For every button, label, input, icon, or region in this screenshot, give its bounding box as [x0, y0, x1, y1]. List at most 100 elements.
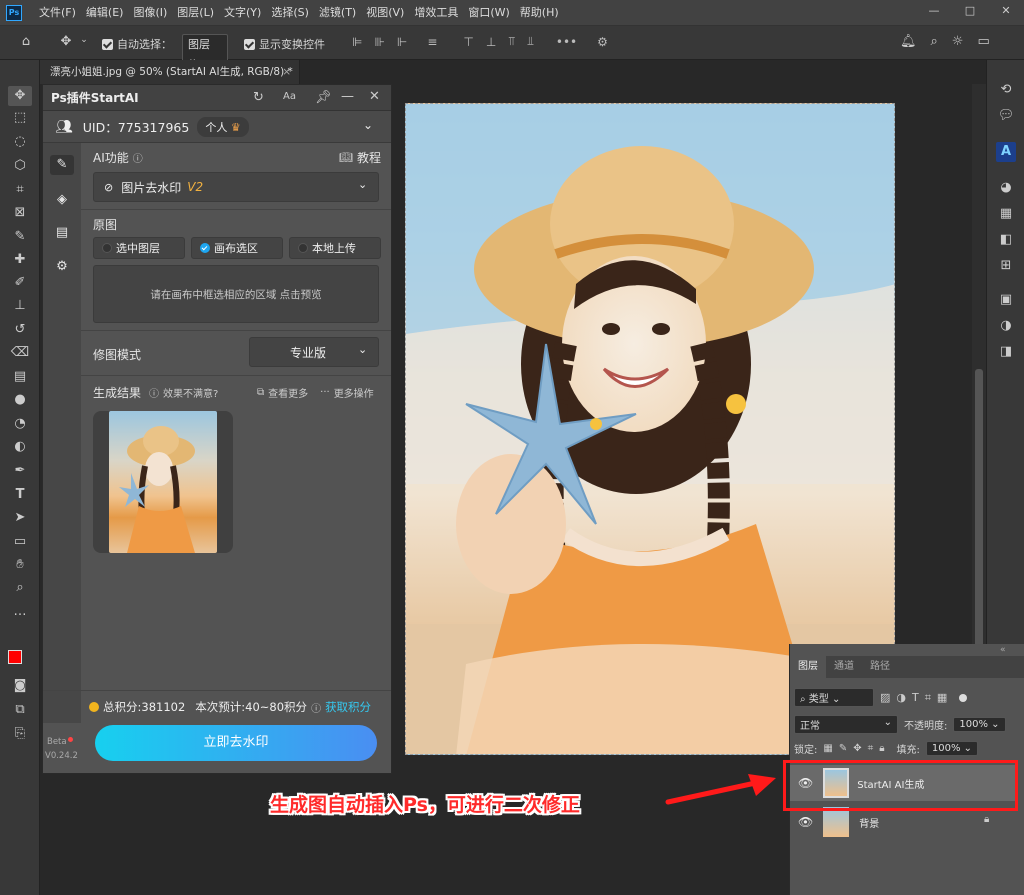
- hand-tool-icon[interactable]: ✋︎: [8, 555, 32, 575]
- view-more-link[interactable]: 查看更多: [268, 385, 308, 400]
- filter-toggle-icon[interactable]: [959, 693, 968, 702]
- healing-brush-icon[interactable]: ✚: [8, 250, 32, 270]
- layers-tab[interactable]: 图层: [790, 656, 826, 678]
- burn-tool-icon[interactable]: ◐: [8, 437, 32, 457]
- lightbulb-icon[interactable]: ☼: [952, 34, 964, 49]
- libraries-icon[interactable]: ▣: [996, 290, 1016, 310]
- get-points-link[interactable]: 获取积分: [325, 699, 371, 715]
- stamp-tool-icon[interactable]: ⊥: [8, 296, 32, 316]
- gear-icon[interactable]: ⚙: [597, 35, 608, 49]
- tutorial-link[interactable]: 📖︎ 教程: [339, 149, 381, 166]
- home-icon[interactable]: ⌂: [16, 34, 36, 49]
- fill-input[interactable]: 100% ⌄: [925, 741, 979, 756]
- menu-item[interactable]: 文件(F): [34, 0, 81, 26]
- auto-select-checkbox[interactable]: [102, 38, 113, 50]
- blur-tool-icon[interactable]: ●: [8, 390, 32, 410]
- more-actions-link[interactable]: 更多操作: [334, 385, 374, 400]
- mode-dropdown[interactable]: 专业版 ⌄: [249, 337, 379, 367]
- share-icon[interactable]: ⎘: [8, 724, 32, 744]
- history-icon[interactable]: ⟲: [996, 80, 1016, 100]
- align-center-icon[interactable]: ⊪: [374, 35, 384, 49]
- remove-watermark-button[interactable]: 立即去水印: [95, 725, 377, 761]
- color-palette-icon[interactable]: ◕: [996, 178, 1016, 198]
- move-tool-icon[interactable]: ✥: [8, 86, 32, 106]
- eyedropper-icon[interactable]: ✎: [8, 227, 32, 247]
- document-tab[interactable]: 漂亮小姐姐.jpg @ 50% (StartAI AI生成, RGB/8) * …: [40, 60, 300, 84]
- swatches-icon[interactable]: ▦: [996, 204, 1016, 224]
- gradients-icon[interactable]: ◧: [996, 230, 1016, 250]
- info-icon[interactable]: ⓘ: [311, 700, 321, 715]
- layers-tab[interactable]: 通道: [826, 656, 862, 678]
- path-select-icon[interactable]: ➤: [8, 508, 32, 528]
- chevron-down-icon[interactable]: ⌄: [363, 118, 373, 132]
- comments-icon[interactable]: 💬︎: [996, 106, 1016, 126]
- refresh-icon[interactable]: ↻: [253, 90, 264, 105]
- history-brush-icon[interactable]: ↺: [8, 320, 32, 340]
- menu-item[interactable]: 窗口(W): [463, 0, 514, 26]
- gradient-tool-icon[interactable]: ▤: [8, 367, 32, 387]
- layers-stack-icon[interactable]: ◈: [52, 190, 72, 210]
- minimize-panel-icon[interactable]: —: [341, 89, 354, 104]
- lock-icons[interactable]: ▦✎✥⌗🔒︎: [823, 743, 890, 754]
- font-size-icon[interactable]: Aa: [283, 91, 296, 102]
- filter-icons[interactable]: ▨◑T⌗▦: [880, 691, 953, 705]
- save-icon[interactable]: ▤: [52, 223, 72, 243]
- search-icon[interactable]: ⌕: [931, 34, 938, 49]
- align-top-icon[interactable]: ⊤: [463, 35, 473, 49]
- screen-mode-icon[interactable]: ⧉: [8, 700, 32, 720]
- brush-tool-icon[interactable]: ✐: [8, 273, 32, 293]
- close-panel-icon[interactable]: ✕: [369, 89, 380, 104]
- menu-item[interactable]: 增效工具: [409, 0, 463, 26]
- menu-item[interactable]: 帮助(H): [515, 0, 564, 26]
- pin-icon[interactable]: 📌︎: [315, 90, 332, 105]
- edit-icon[interactable]: ✎: [50, 155, 74, 175]
- opacity-input[interactable]: 100% ⌄: [953, 717, 1006, 732]
- user-bar[interactable]: 👥︎ UID：775317965 个人 ♛ ⌄: [43, 111, 391, 143]
- align-bottom-icon[interactable]: ⫪: [508, 34, 515, 49]
- settings-icon[interactable]: ⚙: [52, 257, 72, 277]
- close-window-button[interactable]: ✕: [988, 0, 1024, 22]
- distribute-vertical-icon[interactable]: ⫫: [527, 34, 534, 49]
- zoom-tool-icon[interactable]: ⌕: [8, 578, 32, 598]
- result-thumbnail[interactable]: [109, 411, 217, 553]
- frame-tool-icon[interactable]: ⊠: [8, 203, 32, 223]
- show-transform-checkbox[interactable]: [244, 38, 255, 50]
- menu-item[interactable]: 滤镜(T): [314, 0, 361, 26]
- source-option[interactable]: 画布选区: [191, 237, 283, 259]
- marquee-tool-icon[interactable]: ⬚: [8, 108, 32, 128]
- menu-item[interactable]: 图像(I): [128, 0, 172, 26]
- properties-icon[interactable]: ◨: [996, 342, 1016, 362]
- quick-mask-icon[interactable]: ◙: [8, 676, 32, 696]
- patterns-icon[interactable]: ⊞: [996, 256, 1016, 276]
- menu-item[interactable]: 文字(Y): [219, 0, 266, 26]
- menu-item[interactable]: 视图(V): [361, 0, 409, 26]
- selection-drop-area[interactable]: 请在画布中框选相应的区域 点击预览: [93, 265, 379, 323]
- distribute-icon[interactable]: ≡: [427, 35, 437, 49]
- adjustments-icon[interactable]: ◑: [996, 316, 1016, 336]
- more-options[interactable]: •••: [556, 35, 577, 49]
- layer-filter-dropdown[interactable]: ⌕ 类型 ⌄: [794, 688, 874, 707]
- align-left-icon[interactable]: ⊫: [352, 35, 362, 49]
- move-tool-icon[interactable]: ✥: [56, 34, 76, 49]
- result-thumbnail-card[interactable]: [93, 411, 233, 553]
- bell-icon[interactable]: 🔔︎: [900, 34, 917, 49]
- menu-item[interactable]: 图层(L): [172, 0, 219, 26]
- blend-mode-dropdown[interactable]: 正常 ⌄: [794, 715, 898, 734]
- type-tool-icon[interactable]: T: [8, 485, 32, 505]
- startai-plugin-icon[interactable]: A: [996, 142, 1016, 162]
- menu-item[interactable]: 选择(S): [266, 0, 314, 26]
- source-option[interactable]: 本地上传: [289, 237, 381, 259]
- info-icon[interactable]: ⓘ: [133, 150, 143, 165]
- align-right-icon[interactable]: ⊩: [397, 35, 407, 49]
- collapse-icon[interactable]: «: [1000, 645, 1006, 655]
- feature-dropdown[interactable]: ⊘ 图片去水印 V2 ⌄: [93, 172, 379, 202]
- more-tools-icon[interactable]: …: [8, 602, 32, 622]
- lasso-tool-icon[interactable]: ◌: [8, 132, 32, 152]
- close-tab-icon[interactable]: ×: [282, 60, 291, 84]
- menu-item[interactable]: 编辑(E): [81, 0, 129, 26]
- unsatisfied-link[interactable]: 效果不满意?: [163, 385, 218, 400]
- align-middle-icon[interactable]: ⊥: [486, 35, 496, 49]
- minimize-button[interactable]: —: [916, 0, 952, 22]
- layers-tab[interactable]: 路径: [862, 656, 898, 678]
- eraser-tool-icon[interactable]: ⌫: [8, 343, 32, 363]
